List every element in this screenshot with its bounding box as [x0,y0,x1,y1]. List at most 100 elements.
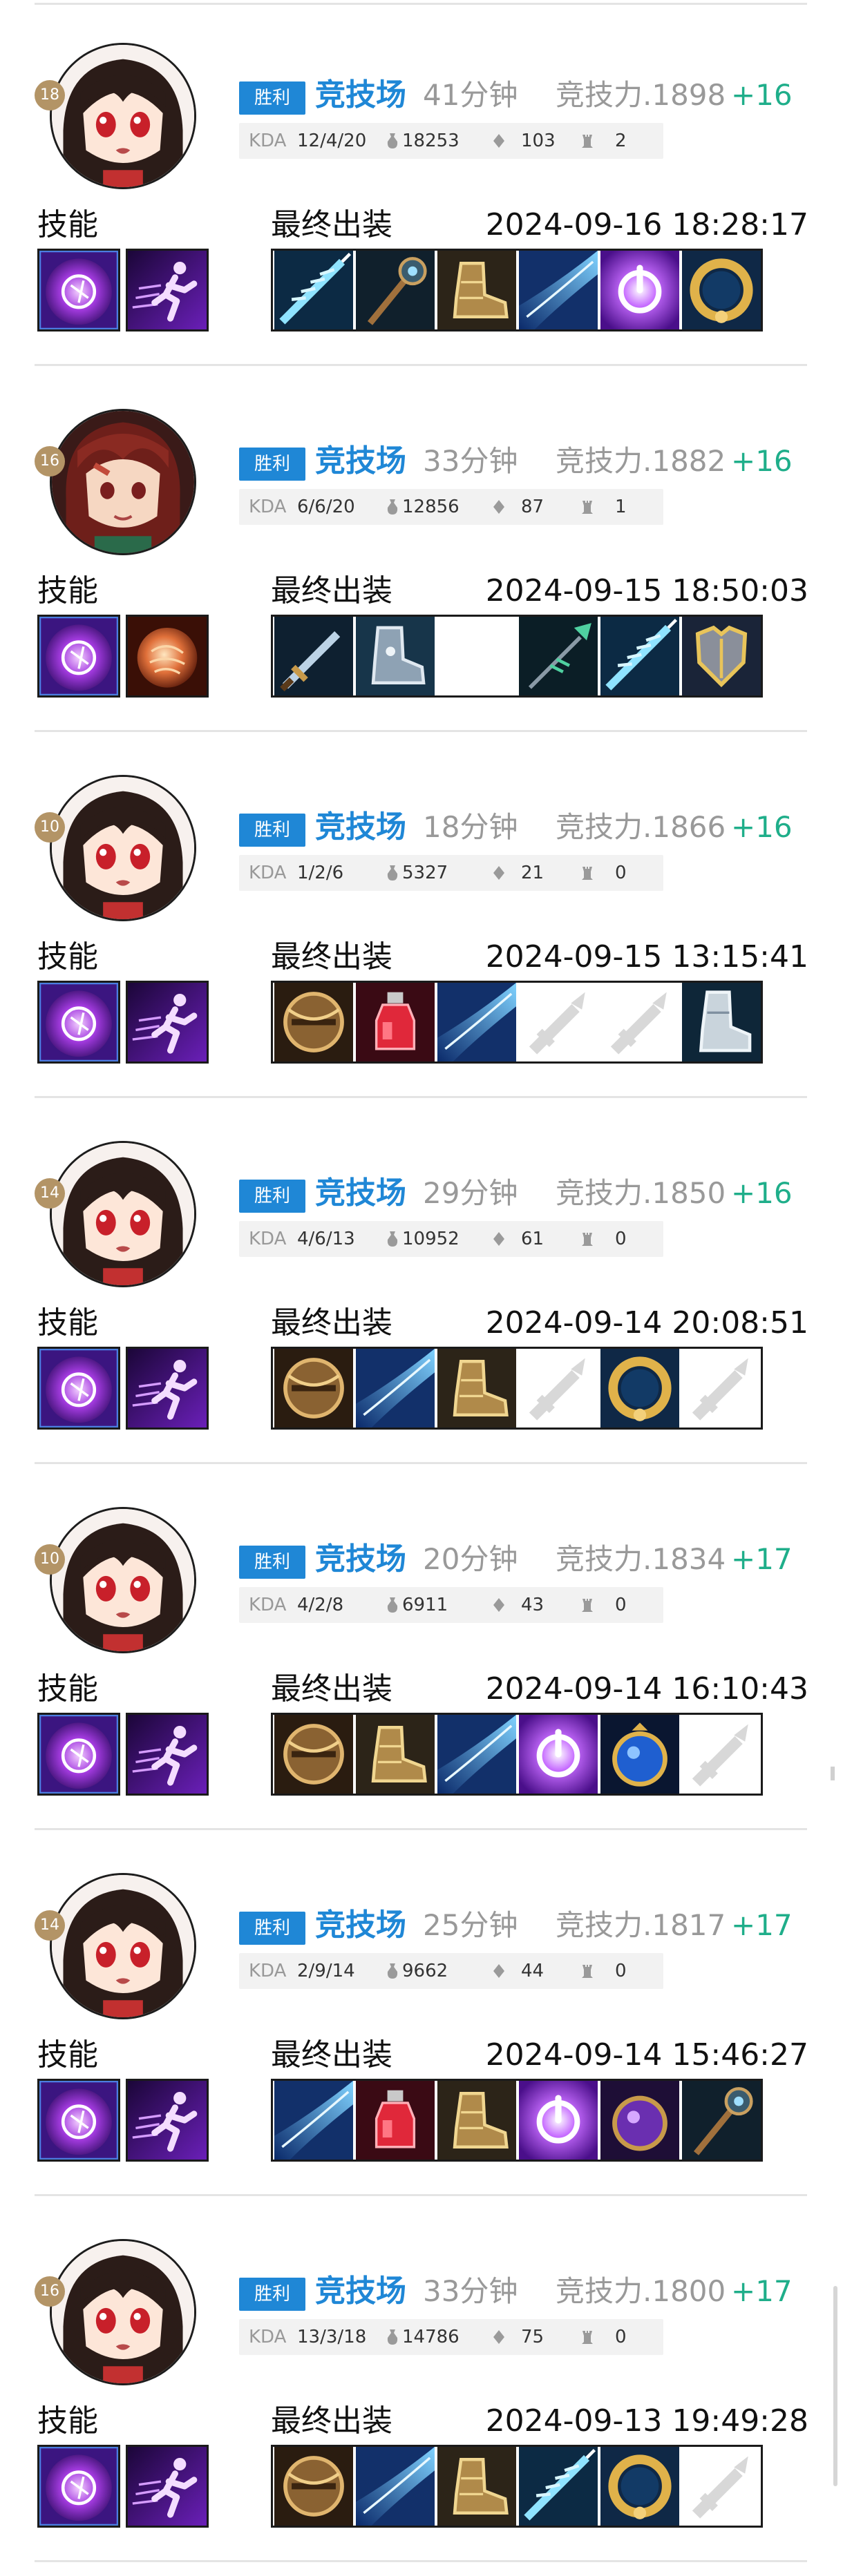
match-date: 2024-09-14 16:10:43 [485,1671,808,1707]
match-card[interactable]: 14 胜利 竞技场 29分钟 竞技力.1850 +16 KDA 4/6/13 10952 61 0 技… [0,1098,843,1464]
empty-item-slot[interactable] [436,617,518,695]
steel-boots-item-icon[interactable] [354,617,436,695]
rating-delta: +16 [731,444,793,478]
hero-avatar[interactable] [50,1873,196,2019]
gold-boots-item-icon[interactable] [436,251,518,329]
purple-orb-item-icon[interactable] [599,2081,681,2160]
blue-blade-item-icon[interactable] [354,1349,436,1428]
blue-blade-item-icon[interactable] [518,251,599,329]
gold-icon [386,1587,399,1623]
hero-avatar[interactable] [50,2239,196,2385]
long-sword-item-icon[interactable] [273,617,354,695]
hero-avatar-group[interactable]: 10 [35,1507,206,1663]
gold-boots-item-icon[interactable] [436,2447,518,2526]
red-potion-item-icon[interactable] [354,983,436,1061]
empty-sword-slot-icon[interactable] [599,983,681,1061]
purple-power-item-icon[interactable] [599,251,681,329]
blue-blade-item-icon[interactable] [273,2081,354,2160]
sprint-skill-icon[interactable] [126,2445,209,2528]
hero-avatar[interactable] [50,43,196,189]
purple-orb-skill-icon[interactable] [37,2445,120,2528]
match-date: 2024-09-14 20:08:51 [485,1305,808,1340]
last-hits-icon [492,1221,506,1257]
hero-avatar[interactable] [50,409,196,555]
sprint-skill-icon[interactable] [126,2079,209,2162]
bronze-shield-item-icon[interactable] [273,2447,354,2526]
skills-label: 技能 [37,573,98,608]
empty-sword-slot-icon[interactable] [681,2447,762,2526]
gold-icon [386,1221,399,1257]
gold-value: 5327 [402,863,448,883]
silver-boots-item-icon[interactable] [681,983,762,1061]
hero-avatar-group[interactable]: 18 [35,43,206,199]
gold-armor-item-icon[interactable] [681,617,762,695]
hero-avatar[interactable] [50,1141,196,1287]
rating-number: 1800 [652,2274,726,2308]
ice-dagger-item-icon[interactable] [273,251,354,329]
match-card[interactable]: 16 胜利 竞技场 33分钟 竞技力.1882 +16 KDA 6/6/20 12856 87 1 技… [0,366,843,732]
rating-number: 1882 [652,444,726,478]
empty-sword-slot-icon[interactable] [681,1715,762,1794]
purple-orb-skill-icon[interactable] [37,249,120,331]
rating-prefix: 竞技力. [556,810,652,844]
hero-avatar-group[interactable]: 16 [35,2239,206,2395]
hero-avatar-group[interactable]: 14 [35,1141,206,1297]
match-card[interactable]: 10 胜利 竞技场 18分钟 竞技力.1866 +16 KDA 1/2/6 5327 21 0 技能 最… [0,732,843,1098]
match-card[interactable]: 16 胜利 竞技场 33分钟 竞技力.1800 +17 KDA 13/3/18 14786 75 0… [0,2196,843,2562]
gold-ring-item-icon[interactable] [599,2447,681,2526]
gold-ring-item-icon[interactable] [599,1349,681,1428]
final-build-items [271,615,763,698]
fire-orb-skill-icon[interactable] [126,615,209,698]
empty-sword-slot-icon[interactable] [518,983,599,1061]
hero-avatar-group[interactable]: 14 [35,1873,206,2029]
tower-icon [580,489,594,525]
sprint-skill-icon[interactable] [126,1713,209,1796]
kda-value: 6/6/20 [297,497,355,517]
blue-orb-item-icon[interactable] [599,1715,681,1794]
rating-prefix: 竞技力. [556,2274,652,2308]
gold-boots-item-icon[interactable] [354,1715,436,1794]
hero-avatar-group[interactable]: 16 [35,409,206,565]
dark-staff-item-icon[interactable] [354,251,436,329]
scrollbar-thumb[interactable] [833,2286,837,2486]
purple-orb-skill-icon[interactable] [37,1713,120,1796]
match-card[interactable]: 18 胜利 竞技场 41分钟 竞技力.1898 +16 KDA 12/4/20 18253 103… [0,0,843,366]
last-hits-icon [492,2319,506,2355]
empty-sword-slot-icon[interactable] [681,1349,762,1428]
gold-ring-item-icon[interactable] [681,251,762,329]
match-card[interactable]: 14 胜利 竞技场 25分钟 竞技力.1817 +17 KDA 2/9/14 9662 44 0 技能… [0,1830,843,2196]
gold-boots-item-icon[interactable] [436,1349,518,1428]
purple-orb-skill-icon[interactable] [37,615,120,698]
ice-dagger-item-icon[interactable] [518,2447,599,2526]
dark-staff-item-icon[interactable] [681,2081,762,2160]
hero-avatar[interactable] [50,1507,196,1653]
red-potion-item-icon[interactable] [354,2081,436,2160]
hero-avatar[interactable] [50,775,196,921]
tower-icon [580,1587,594,1623]
green-spear-item-icon[interactable] [518,617,599,695]
match-card[interactable]: 10 胜利 竞技场 20分钟 竞技力.1834 +17 KDA 4/2/8 6911 43 0 技能 最… [0,1464,843,1830]
game-mode: 竞技场 [315,1541,406,1577]
bronze-shield-item-icon[interactable] [273,983,354,1061]
purple-power-item-icon[interactable] [518,1715,599,1794]
purple-orb-skill-icon[interactable] [37,2079,120,2162]
sprint-skill-icon[interactable] [126,249,209,331]
purple-orb-skill-icon[interactable] [37,981,120,1064]
blue-blade-item-icon[interactable] [354,2447,436,2526]
purple-power-item-icon[interactable] [518,2081,599,2160]
match-duration: 33分钟 [423,444,518,478]
gold-boots-item-icon[interactable] [436,2081,518,2160]
rating-delta: +17 [731,1542,793,1576]
empty-sword-slot-icon[interactable] [518,1349,599,1428]
bronze-shield-item-icon[interactable] [273,1349,354,1428]
bronze-shield-item-icon[interactable] [273,1715,354,1794]
ice-dagger-item-icon[interactable] [599,617,681,695]
match-duration: 33分钟 [423,2274,518,2308]
hero-avatar-group[interactable]: 10 [35,775,206,931]
sprint-skill-icon[interactable] [126,1347,209,1430]
blue-blade-item-icon[interactable] [436,1715,518,1794]
purple-orb-skill-icon[interactable] [37,1347,120,1430]
blue-blade-item-icon[interactable] [436,983,518,1061]
rating-number: 1866 [652,810,726,844]
sprint-skill-icon[interactable] [126,981,209,1064]
